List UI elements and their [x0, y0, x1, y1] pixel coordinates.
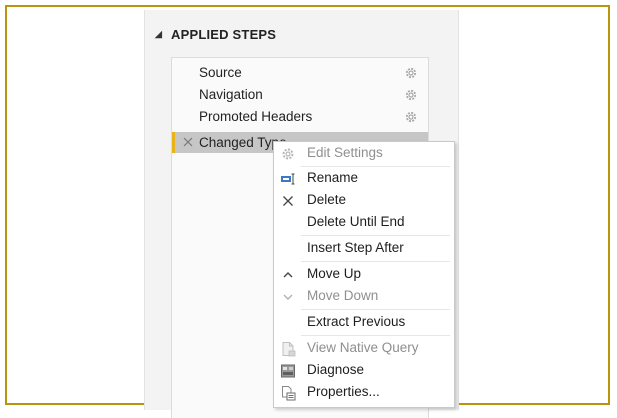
- rename-icon: [281, 173, 295, 185]
- step-source[interactable]: Source: [172, 62, 428, 83]
- collapse-triangle-icon[interactable]: ◢: [155, 29, 163, 40]
- menu-item-label: Delete Until End: [307, 214, 405, 229]
- chevron-down-icon: [283, 294, 293, 300]
- menu-item-label: View Native Query: [307, 340, 419, 355]
- gear-icon: [282, 148, 294, 160]
- gear-icon[interactable]: [404, 66, 418, 80]
- properties-icon: [282, 386, 296, 401]
- menu-item-label: Edit Settings: [307, 145, 383, 160]
- step-promoted-headers[interactable]: Promoted Headers: [172, 106, 428, 127]
- menu-item-properties[interactable]: Properties...: [274, 381, 454, 404]
- gear-icon[interactable]: [404, 110, 418, 124]
- menu-item-label: Insert Step After: [307, 240, 404, 255]
- diagnose-icon: [281, 364, 295, 378]
- menu-item-rename[interactable]: Rename: [274, 167, 454, 190]
- applied-steps-header[interactable]: ◢ APPLIED STEPS: [155, 26, 276, 42]
- menu-item-view-native-query[interactable]: View Native Query: [274, 337, 454, 360]
- menu-item-label: Rename: [307, 170, 359, 185]
- step-navigation[interactable]: Navigation: [172, 84, 428, 105]
- menu-item-delete-until-end[interactable]: Delete Until End: [274, 211, 454, 234]
- panel-title: APPLIED STEPS: [171, 26, 277, 42]
- menu-item-extract-previous[interactable]: Extract Previous: [274, 311, 454, 334]
- menu-item-label: Move Up: [307, 266, 362, 281]
- menu-separator: [301, 309, 450, 310]
- native-query-icon: [282, 342, 296, 357]
- menu-item-label: Move Down: [307, 288, 379, 303]
- menu-item-diagnose[interactable]: Diagnose: [274, 359, 454, 382]
- menu-item-edit-settings[interactable]: Edit Settings: [274, 142, 454, 165]
- menu-item-move-down[interactable]: Move Down: [274, 285, 454, 308]
- menu-item-label: Delete: [307, 192, 347, 207]
- menu-separator: [301, 235, 450, 236]
- delete-step-icon[interactable]: [181, 135, 195, 149]
- step-label: Source: [199, 65, 242, 80]
- chevron-up-icon: [283, 272, 293, 278]
- menu-item-label: Properties...: [307, 384, 380, 399]
- gear-icon[interactable]: [404, 88, 418, 102]
- step-label: Navigation: [199, 87, 263, 102]
- menu-item-delete[interactable]: Delete: [274, 189, 454, 212]
- menu-separator: [301, 261, 450, 262]
- step-context-menu: Edit Settings Rename Delete Delete Until…: [273, 141, 455, 408]
- menu-item-label: Diagnose: [307, 362, 365, 377]
- close-icon: [283, 196, 293, 206]
- step-label: Promoted Headers: [199, 109, 313, 124]
- menu-item-move-up[interactable]: Move Up: [274, 263, 454, 286]
- menu-separator: [301, 335, 450, 336]
- menu-item-insert-step-after[interactable]: Insert Step After: [274, 237, 454, 260]
- menu-item-label: Extract Previous: [307, 314, 406, 329]
